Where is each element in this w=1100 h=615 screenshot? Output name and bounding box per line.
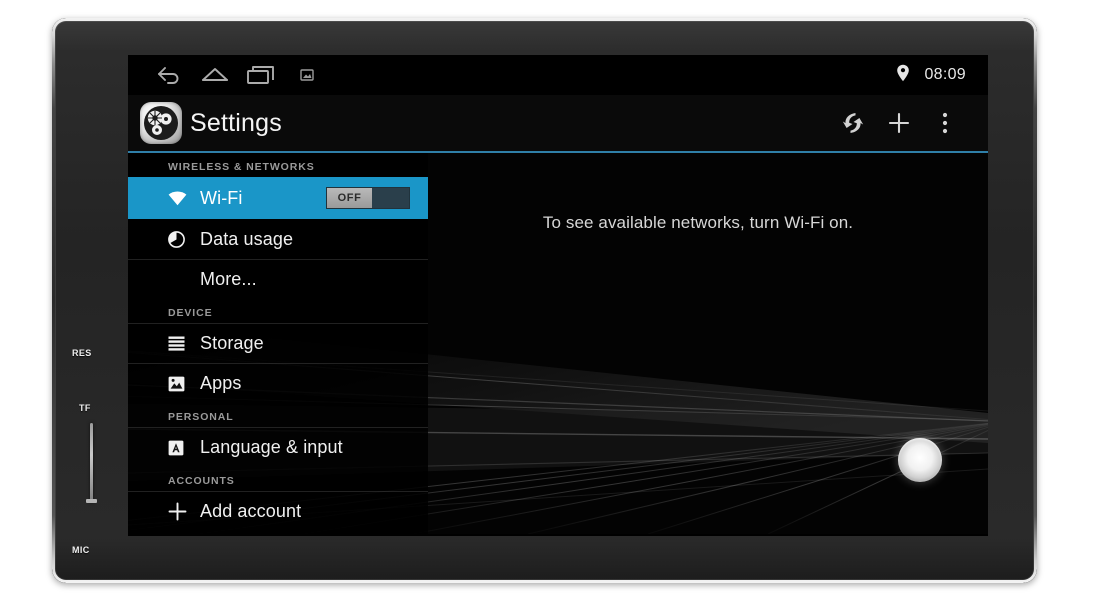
status-bar-right: 08:09 (896, 64, 966, 87)
settings-row-label: Wi-Fi (200, 187, 243, 208)
screenshot-icon[interactable] (284, 55, 330, 95)
location-pin-icon (896, 64, 910, 87)
section-header-personal: PERSONAL (168, 411, 234, 423)
settings-row-wifi[interactable]: Wi-Fi OFF (128, 177, 428, 219)
settings-row-language-input[interactable]: Language & input (128, 427, 428, 467)
empty-state-message: To see available networks, turn Wi-Fi on… (542, 213, 854, 232)
section-header-wireless: WIRELESS & NETWORKS (168, 161, 315, 173)
overflow-menu-icon[interactable] (922, 100, 968, 146)
settings-row-label: Add account (200, 501, 302, 521)
sync-icon[interactable] (830, 100, 876, 146)
plus-icon (168, 502, 190, 521)
settings-row-label: Data usage (200, 228, 294, 249)
wifi-icon (168, 191, 190, 206)
status-bar-clock: 08:09 (924, 66, 966, 83)
device-screen: 08:09 Settings To see available networks… (128, 55, 988, 536)
storage-icon (168, 336, 190, 351)
tf-card-slot-foot (86, 499, 97, 503)
car-head-unit-device: RES TF MIC 08:09 Settings To see availab… (52, 18, 1037, 583)
back-arrow-icon[interactable] (146, 55, 192, 95)
settings-row-storage[interactable]: Storage (128, 323, 428, 363)
home-icon[interactable] (192, 55, 238, 95)
wifi-toggle-switch[interactable]: OFF (326, 187, 410, 209)
settings-row-data-usage[interactable]: Data usage (128, 219, 428, 259)
section-header-accounts: ACCOUNTS (168, 475, 235, 487)
settings-row-label: Language & input (200, 437, 343, 457)
settings-row-label: Storage (200, 333, 264, 353)
bezel-label-microphone: MIC (72, 545, 90, 555)
bezel-label-reset: RES (72, 348, 92, 358)
settings-row-label: More... (200, 269, 257, 289)
settings-row-label: Apps (200, 373, 242, 393)
tf-card-slot (90, 423, 93, 503)
wifi-detail-pane: To see available networks, turn Wi-Fi on… (428, 153, 988, 534)
settings-content: To see available networks, turn Wi-Fi on… (128, 153, 988, 534)
settings-action-bar: Settings (128, 95, 988, 153)
settings-list[interactable]: WIRELESS & NETWORKS Wi-Fi OFF Data usage… (128, 153, 428, 534)
section-header-device: DEVICE (168, 307, 213, 319)
data-usage-icon (168, 230, 190, 248)
wifi-toggle-state: OFF (327, 188, 372, 208)
settings-row-add-account[interactable]: Add account (128, 491, 428, 531)
page-title: Settings (190, 108, 282, 137)
bezel-label-tf-card: TF (79, 403, 91, 413)
screenshot-root: RES TF MIC 08:09 Settings To see availab… (0, 0, 1100, 615)
android-status-bar: 08:09 (128, 55, 988, 95)
plus-icon[interactable] (876, 100, 922, 146)
settings-row-more[interactable]: More... (128, 259, 428, 299)
hardware-knob[interactable] (898, 438, 942, 482)
settings-gears-icon (140, 102, 182, 144)
settings-row-apps[interactable]: Apps (128, 363, 428, 403)
apps-icon (168, 376, 190, 392)
language-icon (168, 440, 190, 456)
recent-apps-icon[interactable] (238, 55, 284, 95)
